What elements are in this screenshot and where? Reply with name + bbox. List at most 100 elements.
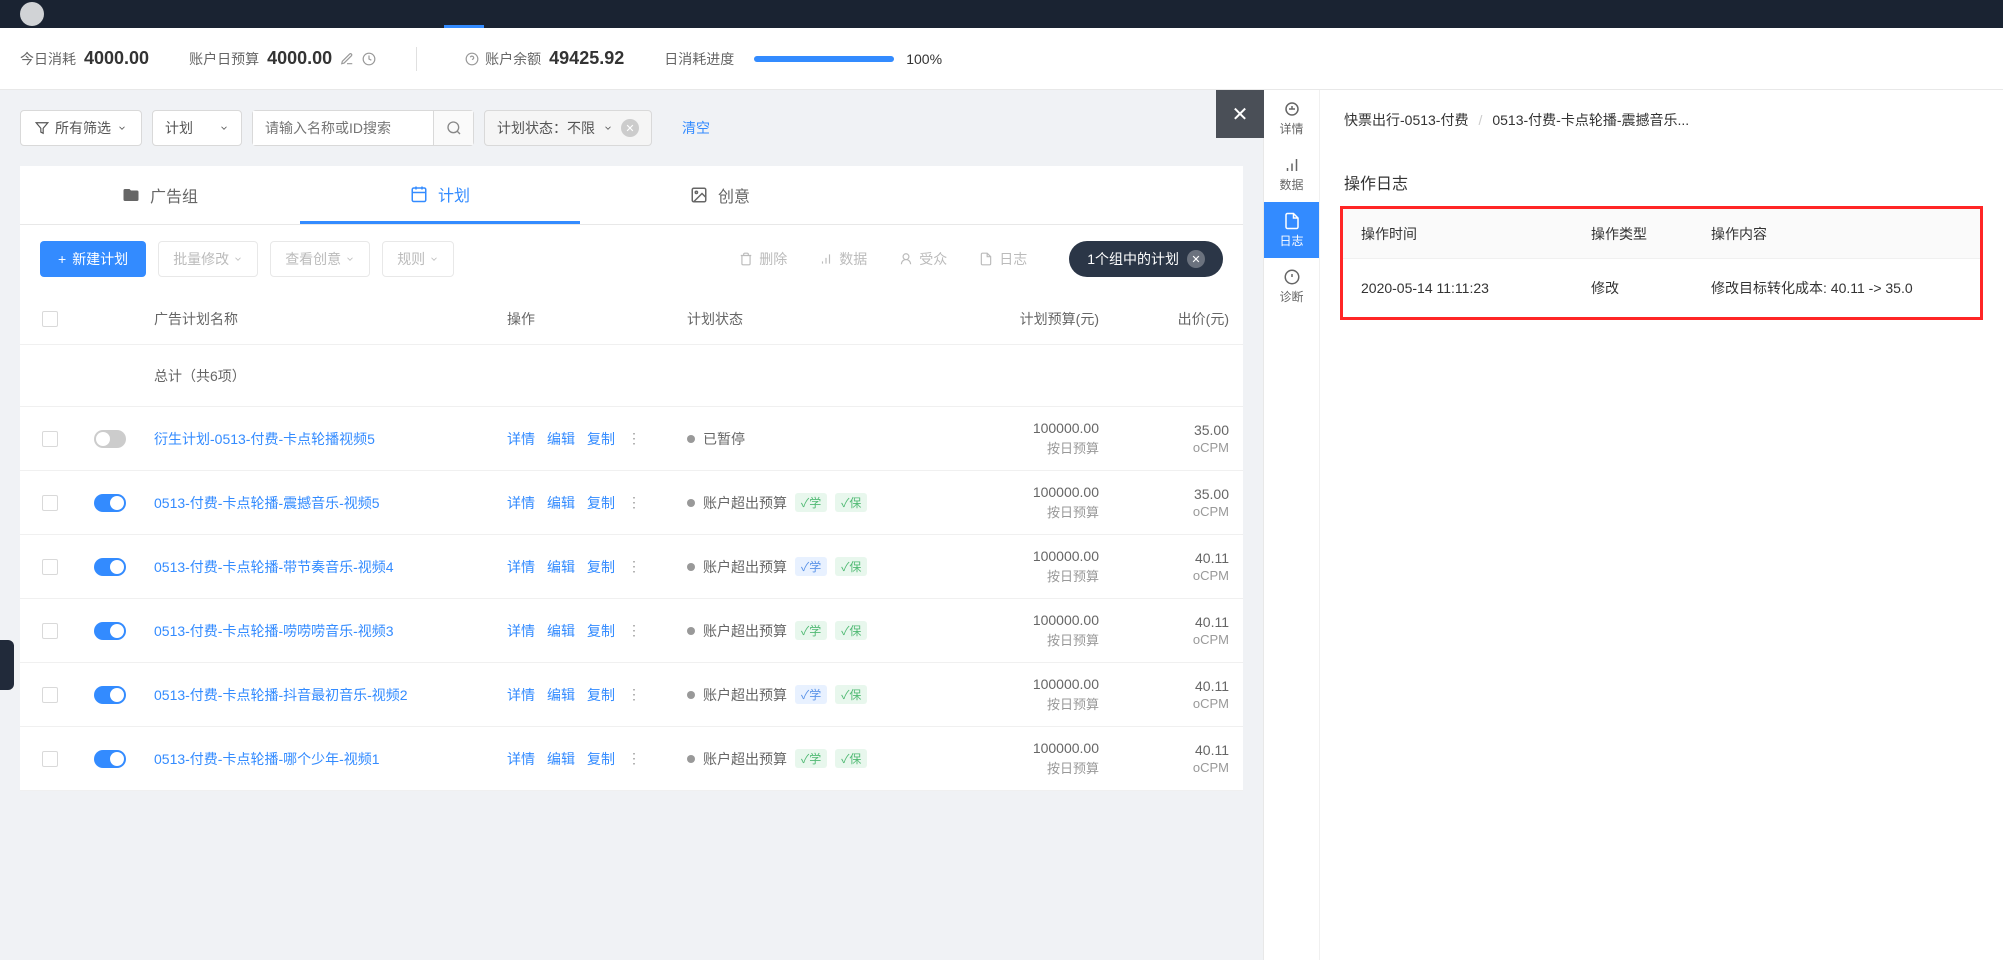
rules-button[interactable]: 规则 [382, 241, 454, 277]
tab-plan[interactable]: 计划 [300, 166, 580, 224]
status-filter-pill[interactable]: 计划状态：不限 ✕ [484, 110, 652, 146]
tag-learn: ✓学 [795, 749, 827, 768]
copy-link[interactable]: 复制 [587, 621, 615, 641]
clear-all-link[interactable]: 清空 [682, 118, 710, 138]
breadcrumb-root[interactable]: 快票出行-0513-付费 [1344, 110, 1468, 130]
status-dot-icon [687, 755, 695, 763]
bid-type: oCPM [1193, 568, 1229, 583]
progress-value: 100% [906, 51, 942, 67]
log-time: 2020-05-14 11:11:23 [1343, 259, 1573, 317]
more-icon[interactable]: ⋮ [627, 494, 641, 511]
budget-type: 按日预算 [1047, 502, 1099, 521]
edit-link[interactable]: 编辑 [547, 749, 575, 769]
copy-link[interactable]: 复制 [587, 493, 615, 513]
side-nav-data[interactable]: 数据 [1264, 146, 1319, 202]
row-toggle[interactable] [94, 622, 126, 640]
detail-link[interactable]: 详情 [507, 557, 535, 577]
more-icon[interactable]: ⋮ [627, 686, 641, 703]
edit-link[interactable]: 编辑 [547, 621, 575, 641]
stat-daily-budget: 账户日预算 4000.00 [189, 48, 376, 69]
row-toggle[interactable] [94, 558, 126, 576]
copy-link[interactable]: 复制 [587, 685, 615, 705]
audience-action[interactable]: 受众 [899, 249, 947, 269]
left-collapse-handle[interactable] [0, 640, 14, 690]
copy-link[interactable]: 复制 [587, 429, 615, 449]
breadcrumb-sep: / [1478, 112, 1482, 128]
delete-action[interactable]: 删除 [739, 249, 787, 269]
detail-link[interactable]: 详情 [507, 621, 535, 641]
row-toggle[interactable] [94, 750, 126, 768]
row-checkbox[interactable] [42, 687, 58, 703]
plan-name-link[interactable]: 0513-付费-卡点轮播-抖音最初音乐-视频2 [154, 685, 408, 705]
batch-modify-button[interactable]: 批量修改 [158, 241, 258, 277]
status-dot-icon [687, 691, 695, 699]
tab-adgroup[interactable]: 广告组 [20, 166, 300, 224]
row-toggle[interactable] [94, 686, 126, 704]
close-badge-icon[interactable]: ✕ [1187, 250, 1205, 268]
more-icon[interactable]: ⋮ [627, 558, 641, 575]
data-action[interactable]: 数据 [819, 249, 867, 269]
plan-name-link[interactable]: 0513-付费-卡点轮播-震撼音乐-视频5 [154, 493, 380, 513]
copy-link[interactable]: 复制 [587, 557, 615, 577]
edit-budget-icon[interactable] [340, 52, 354, 66]
more-icon[interactable]: ⋮ [627, 430, 641, 447]
bid-type: oCPM [1193, 760, 1229, 775]
all-filters-button[interactable]: 所有筛选 [20, 110, 142, 146]
plan-name-link[interactable]: 0513-付费-卡点轮播-带节奏音乐-视频4 [154, 557, 394, 577]
status-dot-icon [687, 627, 695, 635]
select-all-checkbox[interactable] [42, 311, 58, 327]
edit-link[interactable]: 编辑 [547, 429, 575, 449]
plan-name-link[interactable]: 0513-付费-卡点轮播-唠唠唠音乐-视频3 [154, 621, 394, 641]
copy-link[interactable]: 复制 [587, 749, 615, 769]
close-panel-button[interactable]: ✕ [1216, 90, 1264, 138]
daily-budget-value: 4000.00 [267, 48, 332, 69]
tab-creative[interactable]: 创意 [580, 166, 860, 224]
bid-type: oCPM [1193, 440, 1229, 455]
plan-table: 广告计划名称 操作 计划状态 计划预算(元) 出价(元) 总计（共6项） [20, 293, 1243, 791]
side-nav-diagnose[interactable]: 诊断 [1264, 258, 1319, 314]
side-nav-detail[interactable]: 详情 [1264, 90, 1319, 146]
search-button[interactable] [433, 111, 473, 145]
table-row: 衍生计划-0513-付费-卡点轮播视频5 详情 编辑 复制 ⋮ 已暂停 1000… [20, 407, 1243, 471]
row-toggle[interactable] [94, 494, 126, 512]
search-input[interactable] [253, 111, 433, 145]
row-checkbox[interactable] [42, 751, 58, 767]
row-checkbox[interactable] [42, 559, 58, 575]
plan-name-link[interactable]: 衍生计划-0513-付费-卡点轮播视频5 [154, 429, 375, 449]
row-toggle[interactable] [94, 430, 126, 448]
plan-name-link[interactable]: 0513-付费-卡点轮播-哪个少年-视频1 [154, 749, 380, 769]
more-icon[interactable]: ⋮ [627, 750, 641, 767]
group-filter-badge[interactable]: 1个组中的计划 ✕ [1069, 241, 1223, 277]
detail-link[interactable]: 详情 [507, 685, 535, 705]
edit-link[interactable]: 编辑 [547, 493, 575, 513]
more-icon[interactable]: ⋮ [627, 622, 641, 639]
panel-side-nav: 详情 数据 日志 诊断 [1264, 90, 1320, 960]
log-table: 操作时间 操作类型 操作内容 2020-05-14 11:11:23 修改 修改… [1340, 206, 1983, 320]
detail-link[interactable]: 详情 [507, 749, 535, 769]
log-col-content: 操作内容 [1693, 209, 1980, 258]
log-action[interactable]: 日志 [979, 249, 1027, 269]
row-checkbox[interactable] [42, 431, 58, 447]
new-plan-button[interactable]: + 新建计划 [40, 241, 146, 277]
breadcrumb: 快票出行-0513-付费 / 0513-付费-卡点轮播-震撼音乐... [1320, 90, 2003, 150]
table-header: 广告计划名称 操作 计划状态 计划预算(元) 出价(元) [20, 293, 1243, 345]
stats-bar: 今日消耗 4000.00 账户日预算 4000.00 账户余额 49425.92… [0, 28, 2003, 90]
stat-divider [416, 47, 417, 71]
clear-status-icon[interactable]: ✕ [621, 119, 639, 137]
brand-logo-icon [20, 2, 44, 26]
clock-icon[interactable] [362, 52, 376, 66]
edit-link[interactable]: 编辑 [547, 557, 575, 577]
info-icon[interactable] [465, 52, 479, 66]
edit-link[interactable]: 编辑 [547, 685, 575, 705]
level-select[interactable]: 计划 [152, 110, 242, 146]
bid-type: oCPM [1193, 632, 1229, 647]
budget-value: 100000.00 [1033, 612, 1099, 628]
side-nav-log[interactable]: 日志 [1264, 202, 1319, 258]
tag-guarantee: ✓保 [835, 621, 867, 640]
row-checkbox[interactable] [42, 495, 58, 511]
row-checkbox[interactable] [42, 623, 58, 639]
detail-link[interactable]: 详情 [507, 493, 535, 513]
stat-today-spend: 今日消耗 4000.00 [20, 48, 149, 69]
view-creative-button[interactable]: 查看创意 [270, 241, 370, 277]
detail-link[interactable]: 详情 [507, 429, 535, 449]
